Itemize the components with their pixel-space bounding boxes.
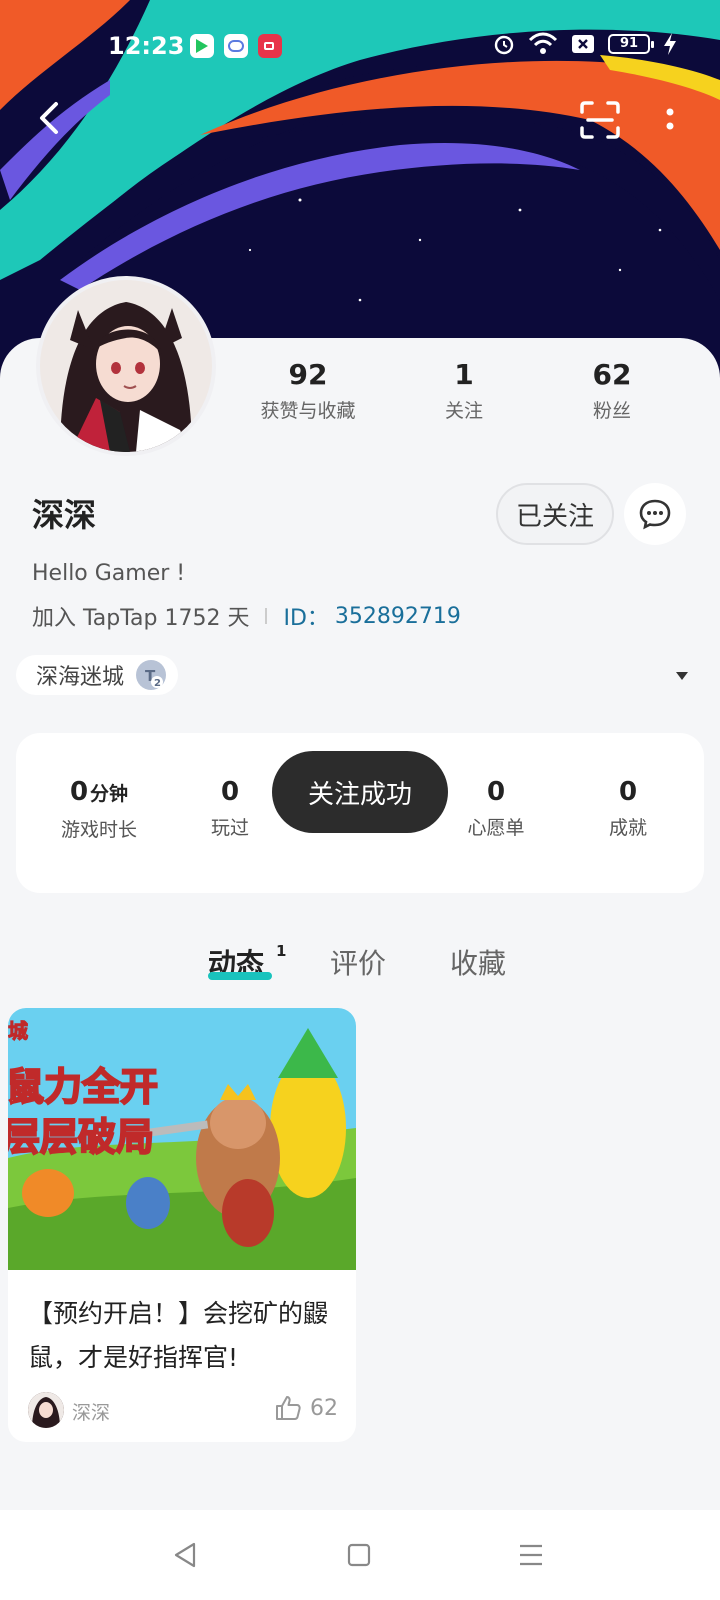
nav-back-icon[interactable] [170,1540,200,1570]
join-info: 加入 TapTap 1752 天 ID： 352892719 [32,600,461,632]
message-button[interactable] [624,483,686,545]
stat-following[interactable]: 1 关注 [424,358,504,423]
game-tag[interactable]: 深海迷城 T2 [16,655,179,695]
cover-text-line1: 鼠力全开 [8,1065,158,1109]
user-id-label: ID： [283,606,329,631]
join-days: 加入 TapTap 1752 天 [32,606,250,631]
like-count: 62 [310,1396,338,1421]
stat-likes[interactable]: 92 获赞与收藏 [258,358,358,423]
post-author[interactable]: 深深 [72,1398,110,1425]
playtime-stat[interactable]: 0 分钟 游戏时长 [54,777,144,842]
played-value: 0 [220,777,240,807]
achievements-label: 成就 [608,817,647,839]
post-title[interactable]: 【预约开启！】会挖矿的鼹鼠，才是好指挥官! [28,1292,348,1380]
stat-fans-label: 粉丝 [592,400,631,422]
achievements-stat[interactable]: 0 成就 [596,777,660,840]
nav-home-icon[interactable] [344,1540,374,1570]
followed-button[interactable]: 已关注 [496,483,614,545]
post-card[interactable]: 鼠力全开 层层破局 城 【预约开启！】会挖矿的鼹鼠，才是好指挥官! 深深 62 [8,1008,356,1442]
scan-icon[interactable] [578,100,622,140]
playtime-unit: 分钟 [90,783,129,805]
played-stat[interactable]: 0 玩过 [198,777,262,840]
video-app-icon [190,34,214,58]
chat-icon [639,499,671,530]
alarm-icon [494,35,514,55]
avatar-illustration [40,280,212,452]
tab-reviews[interactable]: 评价 [330,942,386,982]
post-footer: 深深 62 [28,1390,348,1430]
svg-text:2: 2 [154,678,161,689]
stat-fans[interactable]: 62 粉丝 [572,358,652,423]
wifi-icon [528,32,558,54]
playtime-label: 游戏时长 [60,819,137,841]
tab-favorites[interactable]: 收藏 [450,942,506,982]
back-icon[interactable] [30,98,70,138]
stat-likes-label: 获赞与收藏 [260,400,356,422]
wishlist-stat[interactable]: 0 心愿单 [456,777,536,840]
no-sim-icon [572,35,594,53]
divider [265,608,268,624]
like-icon[interactable] [274,1394,302,1422]
active-tab-indicator [208,972,272,980]
level-badge-icon: T2 [136,660,167,690]
game-tag-label: 深海迷城 [36,665,125,690]
status-bar: 12:23 91 [0,28,720,64]
stat-following-label: 关注 [444,400,483,422]
notification-icons [190,34,282,58]
played-label: 玩过 [210,817,249,839]
toast-message: 关注成功 [272,751,448,833]
game-app-icon [224,34,248,58]
username: 深深 [32,496,97,534]
chevron-down-icon[interactable] [676,672,688,680]
cover-text-line2: 层层破局 [8,1115,154,1159]
stat-following-value: 1 [454,358,474,391]
achievements-value: 0 [618,777,638,807]
system-icons: 91 [492,32,678,56]
post-cover-image: 鼠力全开 层层破局 城 [8,1008,356,1270]
author-avatar[interactable] [28,1392,64,1428]
cover-text-corner: 城 [8,1019,28,1043]
bio-text: Hello Gamer ! [32,561,186,586]
charging-icon [664,33,676,55]
system-navigation-bar [0,1510,720,1600]
playtime-value: 0 [69,777,89,807]
avatar[interactable] [36,276,216,456]
record-app-icon [258,34,282,58]
stat-fans-value: 62 [592,358,632,391]
wishlist-label: 心愿单 [467,817,525,839]
nav-menu-icon[interactable] [516,1540,546,1570]
more-icon[interactable] [660,104,680,138]
stat-likes-value: 92 [288,358,328,391]
user-id-value[interactable]: 352892719 [335,604,461,629]
tab-activity-badge: 1 [276,942,287,960]
wishlist-value: 0 [486,777,506,807]
status-time: 12:23 [108,32,185,60]
battery-indicator: 91 [608,34,654,54]
